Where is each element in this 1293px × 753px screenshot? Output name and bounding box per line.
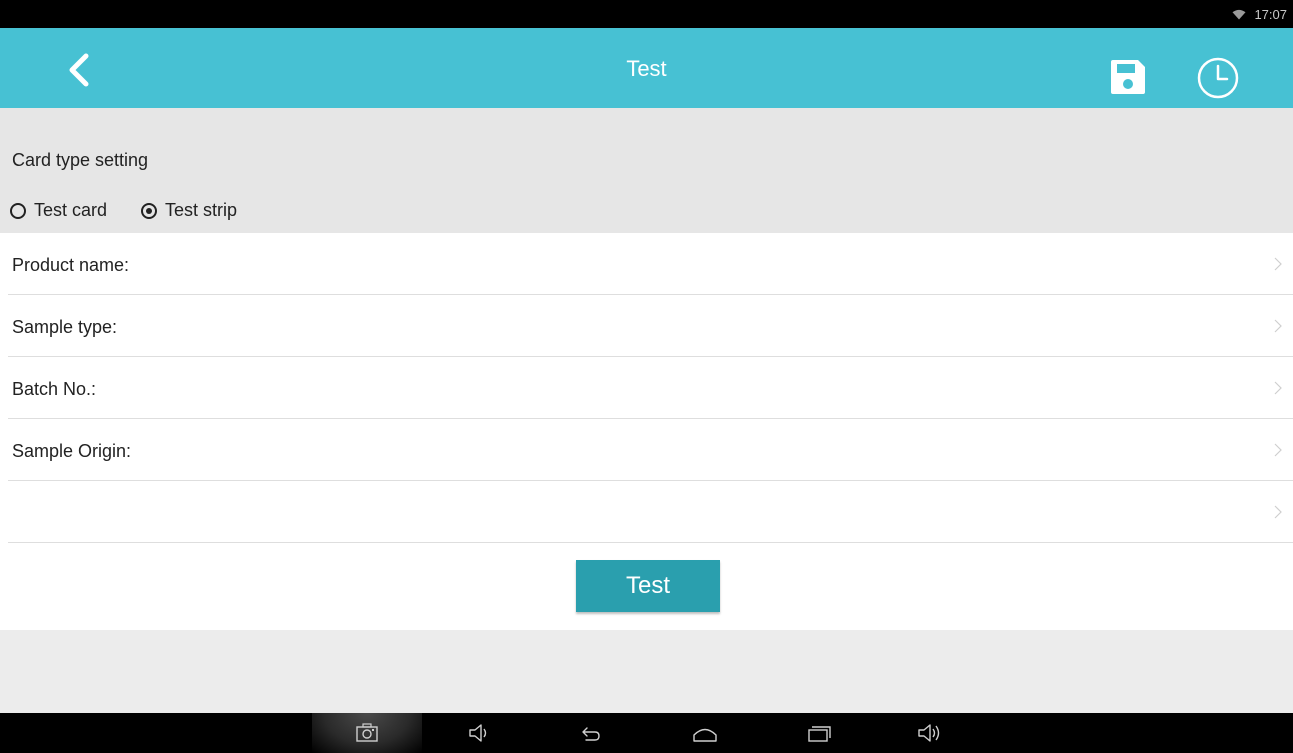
radio-test-strip-label: Test strip xyxy=(165,200,238,220)
batch-no-label: Batch No.: xyxy=(12,379,97,399)
volume-up-icon[interactable] xyxy=(917,721,943,745)
chevron-right-icon xyxy=(1274,381,1282,395)
history-button[interactable] xyxy=(1194,54,1242,102)
radio-test-strip[interactable]: Test strip xyxy=(141,200,237,221)
home-icon[interactable] xyxy=(692,721,718,745)
save-icon xyxy=(1111,60,1145,94)
sample-type-label: Sample type: xyxy=(12,317,118,337)
card-type-radio-group: Test card Test strip xyxy=(10,200,271,221)
blank-row[interactable] xyxy=(8,481,1293,543)
recents-icon[interactable] xyxy=(806,721,832,745)
status-bar: 17:07 xyxy=(0,0,1293,28)
clock-icon xyxy=(1197,57,1239,99)
chevron-right-icon xyxy=(1274,443,1282,457)
wifi-icon xyxy=(1232,9,1246,19)
system-nav-bar xyxy=(0,713,1293,753)
chevron-right-icon xyxy=(1274,257,1282,271)
test-button[interactable]: Test xyxy=(576,560,720,612)
radio-checked-icon xyxy=(141,202,158,219)
status-indicators: 17:07 xyxy=(1232,5,1287,23)
save-button[interactable] xyxy=(1108,57,1148,97)
screenshot-icon[interactable] xyxy=(354,721,380,745)
radio-test-card-label: Test card xyxy=(34,200,108,220)
sample-origin-row[interactable]: Sample Origin: xyxy=(8,419,1293,481)
sample-origin-label: Sample Origin: xyxy=(12,441,132,461)
product-name-label: Product name: xyxy=(12,255,130,275)
batch-no-row[interactable]: Batch No.: xyxy=(8,357,1293,419)
app-bar: Test xyxy=(0,28,1293,108)
radio-test-card[interactable]: Test card xyxy=(10,200,107,221)
radio-unchecked-icon xyxy=(10,202,26,219)
card-type-heading: Card type setting xyxy=(12,150,149,170)
form-list: Product name: Sample type: Batch No.: Sa… xyxy=(0,233,1293,543)
volume-down-icon[interactable] xyxy=(467,721,493,745)
product-name-row[interactable]: Product name: xyxy=(8,233,1293,295)
card-type-section: Card type setting Test card Test strip xyxy=(0,108,1293,233)
bottom-area xyxy=(0,630,1293,713)
page-title: Test xyxy=(626,56,667,81)
back-icon[interactable] xyxy=(577,721,603,745)
sample-type-row[interactable]: Sample type: xyxy=(8,295,1293,357)
chevron-right-icon xyxy=(1274,505,1282,519)
clock-time: 17:07 xyxy=(1254,6,1287,22)
chevron-right-icon xyxy=(1274,319,1282,333)
